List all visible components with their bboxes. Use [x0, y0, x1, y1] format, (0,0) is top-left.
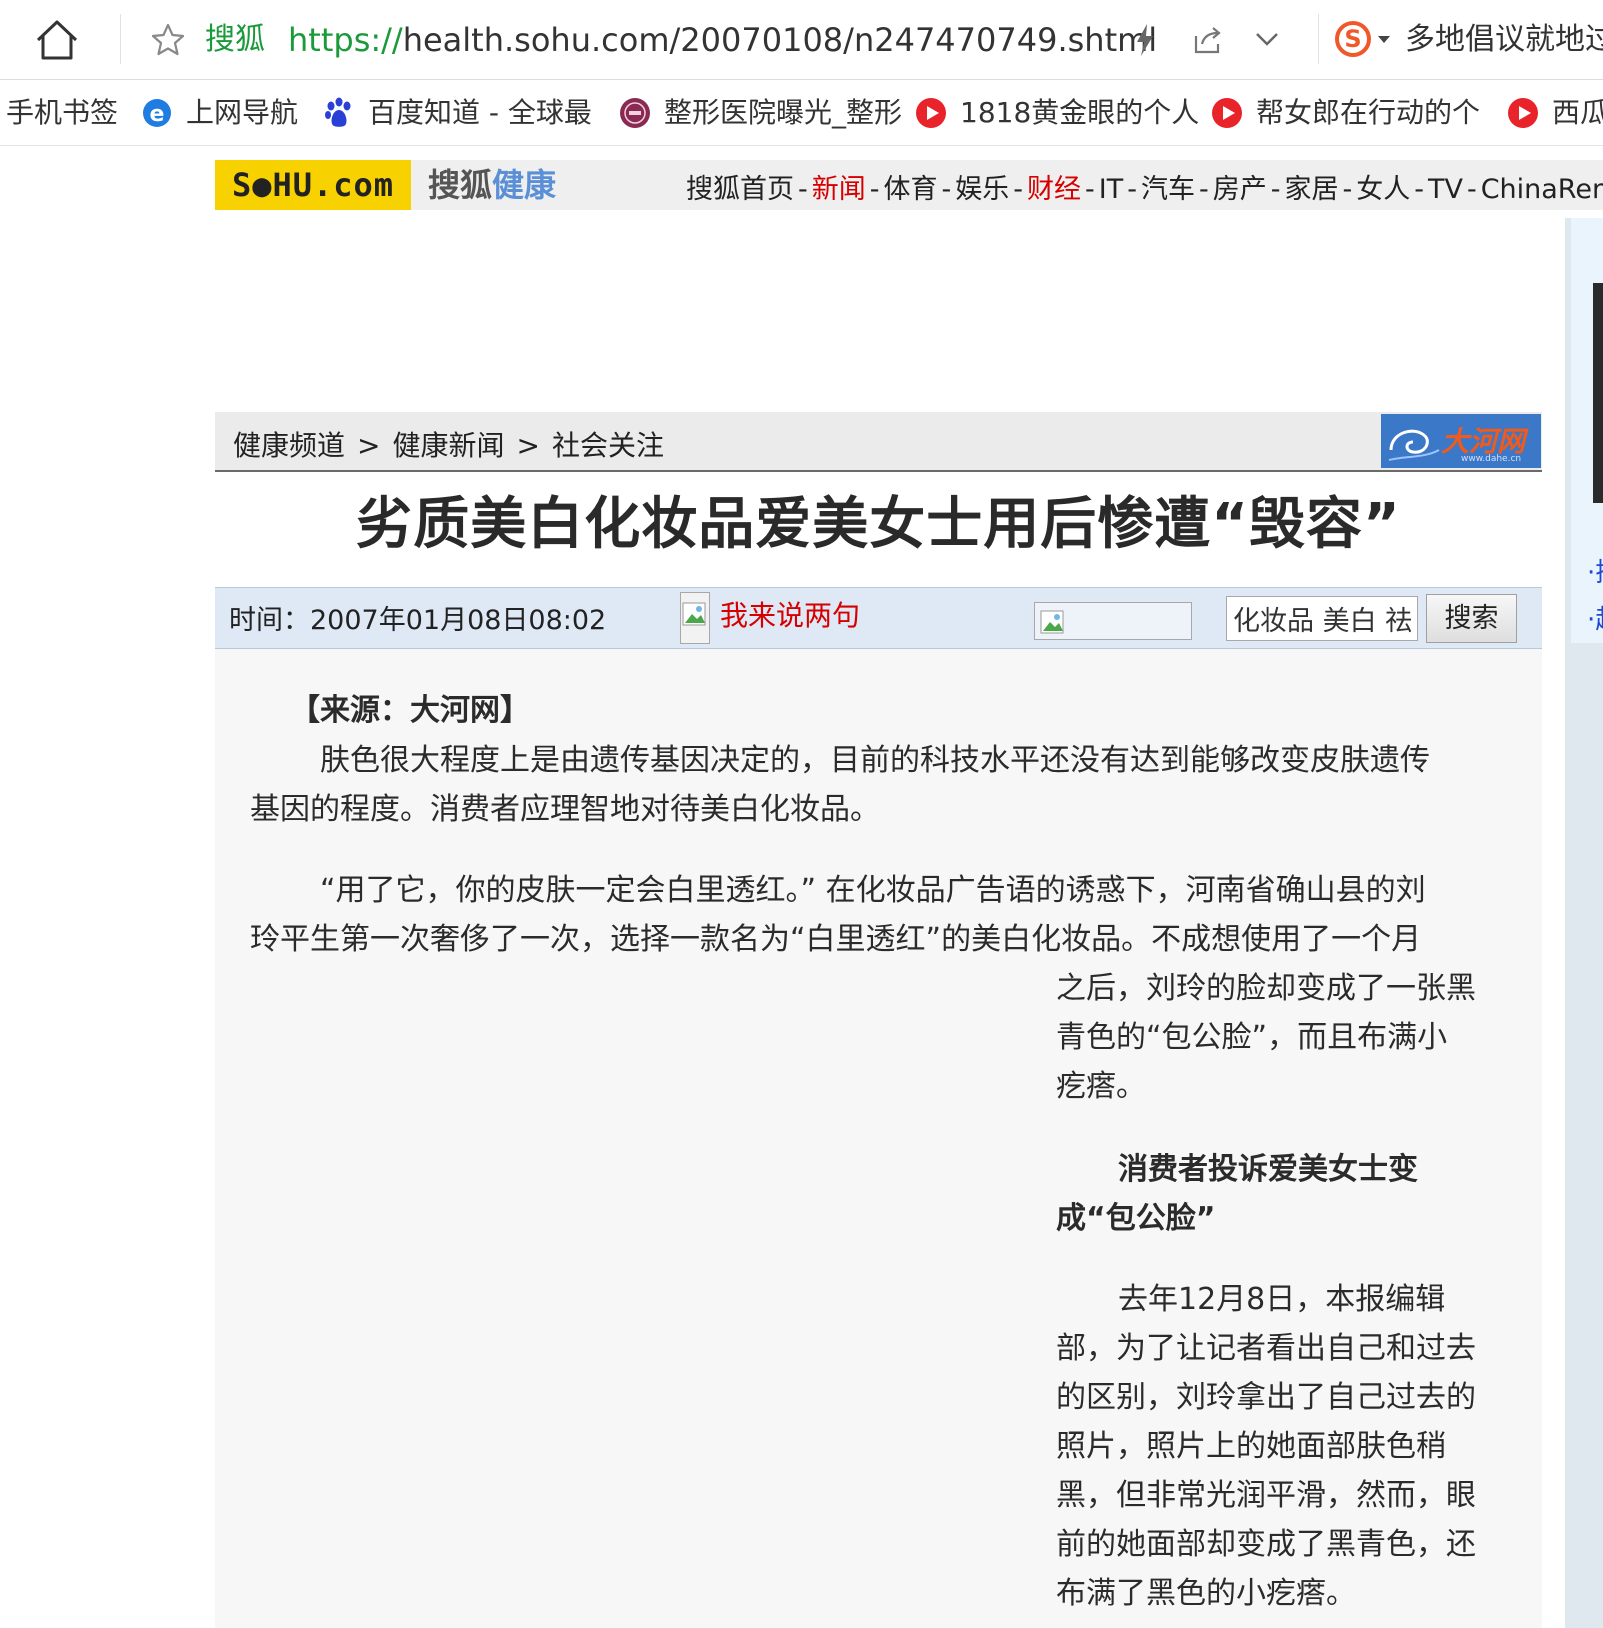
red-play-icon — [1212, 98, 1242, 128]
article-paragraph-line: 肤色很大程度上是由遗传基因决定的，目前的科技水平还没有达到能够改变皮肤遗传 — [320, 743, 1430, 778]
article-subheading: 成“包公脸” — [1056, 1201, 1216, 1236]
sogou-search-icon[interactable]: S — [1334, 20, 1372, 58]
dahe-logo-url: www.dahe.cn — [1461, 454, 1522, 464]
nav-link-finance[interactable]: 财经 — [1027, 174, 1081, 205]
breadcrumb-item-social[interactable]: 社会关注 — [552, 429, 664, 462]
nav-link-women[interactable]: 女人 — [1356, 174, 1410, 205]
site-name-label: 搜狐 — [205, 22, 265, 57]
sohu-health-channel-logo[interactable]: 搜狐健康 — [428, 163, 556, 207]
article-source: 【来源：大河网】 — [290, 693, 530, 728]
hot-news-ticker[interactable]: 多地倡议就地过年 — [1405, 18, 1603, 62]
nav-link-ent[interactable]: 娱乐 — [955, 174, 1009, 205]
nav-link-sports[interactable]: 体育 — [884, 174, 938, 205]
lightning-icon[interactable] — [1132, 22, 1158, 58]
nav-link-auto[interactable]: 汽车 — [1141, 174, 1195, 205]
article-paragraph-line: 去年12月8日，本报编辑 — [1118, 1282, 1446, 1317]
svg-text:S: S — [1344, 25, 1361, 53]
nav-link-home[interactable]: 搜狐首页 — [686, 174, 794, 205]
right-sidebar-link[interactable]: ·搜 — [1587, 558, 1603, 588]
bookmarks-bar: 手机书签 e 上网导航 百度知道 - 全球最 整形医院曝光_整形 1818黄金眼… — [0, 80, 1603, 146]
bookmark-label: 手机书签 — [6, 96, 119, 129]
article-paragraph-line: 的区别，刘玲拿出了自己过去的 — [1056, 1380, 1476, 1415]
url-path: health.sohu.com/20070108/n247470749.shtm… — [402, 21, 1158, 59]
channel-name: 健康 — [492, 166, 557, 204]
clinic-logo-icon — [620, 98, 650, 128]
browser-address-bar: 搜狐 https://health.sohu.com/20070108/n247… — [0, 0, 1603, 80]
article-paragraph-line: “用了它，你的皮肤一定会白里透红。” 在化妆品广告语的诱惑下，河南省确山县的刘 — [320, 873, 1426, 908]
right-sidebar-image[interactable] — [1593, 283, 1603, 503]
search-button[interactable]: 搜索 — [1426, 594, 1517, 643]
bookmark-baidu-zhidao[interactable]: 百度知道 - 全球最 — [322, 90, 592, 136]
home-icon[interactable] — [34, 18, 80, 62]
bookmark-1818[interactable]: 1818黄金眼的个人 — [914, 90, 1199, 136]
article-paragraph-line: 基因的程度。消费者应理智地对待美白化妆品。 — [250, 792, 880, 827]
nav-link-it[interactable]: IT — [1099, 174, 1123, 205]
svg-text:e: e — [150, 102, 165, 127]
article-paragraph-line: 疙瘩。 — [1056, 1069, 1146, 1104]
bookmark-label: 帮女郎在行动的个 — [1256, 96, 1481, 129]
breadcrumb: 健康频道 > 健康新闻 > 社会关注 — [233, 429, 664, 462]
article-paragraph-line: 前的她面部却变成了黑青色，还 — [1056, 1527, 1476, 1562]
red-play-icon — [916, 98, 946, 128]
nav-link-news[interactable]: 新闻 — [812, 174, 866, 205]
article-paragraph-line: 青色的“包公脸”，而且布满小 — [1056, 1020, 1448, 1055]
broken-image-icon — [1040, 610, 1064, 634]
dahe-swirl-icon — [1388, 429, 1440, 461]
article-paragraph-line: 照片，照片上的她面部肤色稍 — [1056, 1429, 1446, 1464]
bookmark-xigua[interactable]: 西瓜 — [1506, 90, 1603, 136]
channel-brand: 搜狐 — [428, 166, 493, 204]
right-sidebar: ·搜 ·赶 — [1565, 218, 1603, 1628]
sohu-logo[interactable]: S●HU.com — [215, 160, 411, 210]
toolbar-divider — [1318, 14, 1319, 64]
article-paragraph-line: 布满了黑色的小疙瘩。 — [1056, 1576, 1356, 1611]
comment-link[interactable]: 我来说两句 — [720, 597, 860, 635]
article-paragraph-line: 之后，刘玲的脸却变成了一张黑 — [1056, 971, 1476, 1006]
publish-time: 时间：2007年01月08日08:02 — [229, 605, 607, 636]
nav-link-house[interactable]: 房产 — [1213, 174, 1267, 205]
article-paragraph-line: 部，为了让记者看出自己和过去 — [1056, 1331, 1476, 1366]
red-play-icon — [1508, 98, 1538, 128]
bookmark-clinic-exposure[interactable]: 整形医院曝光_整形 — [618, 90, 902, 136]
nav-link-chinaren[interactable]: ChinaRen — [1481, 174, 1603, 205]
article-subheading: 消费者投诉爱美女士变 — [1118, 1152, 1418, 1187]
sohu-channel-nav: 搜狐首页 - 新闻 - 体育 - 娱乐 - 财经 - IT - 汽车 - 房产 - 家居 - 女人 - TV - China… — [686, 170, 1603, 210]
url-field[interactable]: https://health.sohu.com/20070108/n247470… — [288, 18, 1157, 62]
article-title: 劣质美白化妆品爱美女士用后惨遭“毁容” — [356, 492, 1401, 557]
bookmark-label: 上网导航 — [186, 96, 299, 129]
breadcrumb-item-health-channel[interactable]: 健康频道 — [233, 429, 345, 462]
bookmark-label: 1818黄金眼的个人 — [960, 96, 1200, 129]
nav-link-tv[interactable]: TV — [1428, 174, 1463, 205]
baidu-paw-icon — [325, 97, 351, 127]
ad-broken-image[interactable] — [1034, 602, 1192, 640]
comment-broken-image[interactable] — [680, 592, 710, 644]
chevron-down-icon[interactable] — [1254, 28, 1280, 50]
bookmark-label: 百度知道 - 全球最 — [368, 96, 592, 129]
share-icon[interactable] — [1192, 24, 1224, 56]
dahe-partner-logo[interactable]: 大河网 www.dahe.cn — [1381, 414, 1541, 468]
bookmark-label: 整形医院曝光_整形 — [664, 96, 903, 129]
ie-icon: e — [143, 99, 171, 127]
bookmark-star-icon[interactable] — [150, 22, 186, 58]
search-engine-caret-icon[interactable] — [1378, 36, 1390, 43]
breadcrumb-item-health-news[interactable]: 健康新闻 — [392, 429, 504, 462]
article-paragraph-line: 黑，但非常光润平滑，然而，眼 — [1056, 1478, 1476, 1513]
keyword-search-input[interactable] — [1226, 596, 1418, 641]
toolbar-divider — [120, 14, 121, 64]
bookmark-bangnvlang[interactable]: 帮女郎在行动的个 — [1210, 90, 1480, 136]
nav-link-home-living[interactable]: 家居 — [1284, 174, 1338, 205]
broken-image-icon — [682, 602, 706, 626]
bookmark-navigation[interactable]: e 上网导航 — [140, 90, 298, 136]
bookmark-mobile[interactable]: 手机书签 — [6, 90, 118, 136]
url-protocol: https:// — [288, 21, 403, 59]
article-paragraph-line: 玲平生第一次奢侈了一次，选择一款名为“白里透红”的美白化妆品。不成想使用了一个月 — [250, 922, 1422, 957]
right-sidebar-link[interactable]: ·赶 — [1587, 605, 1603, 635]
bookmark-label: 西瓜 — [1552, 96, 1603, 129]
